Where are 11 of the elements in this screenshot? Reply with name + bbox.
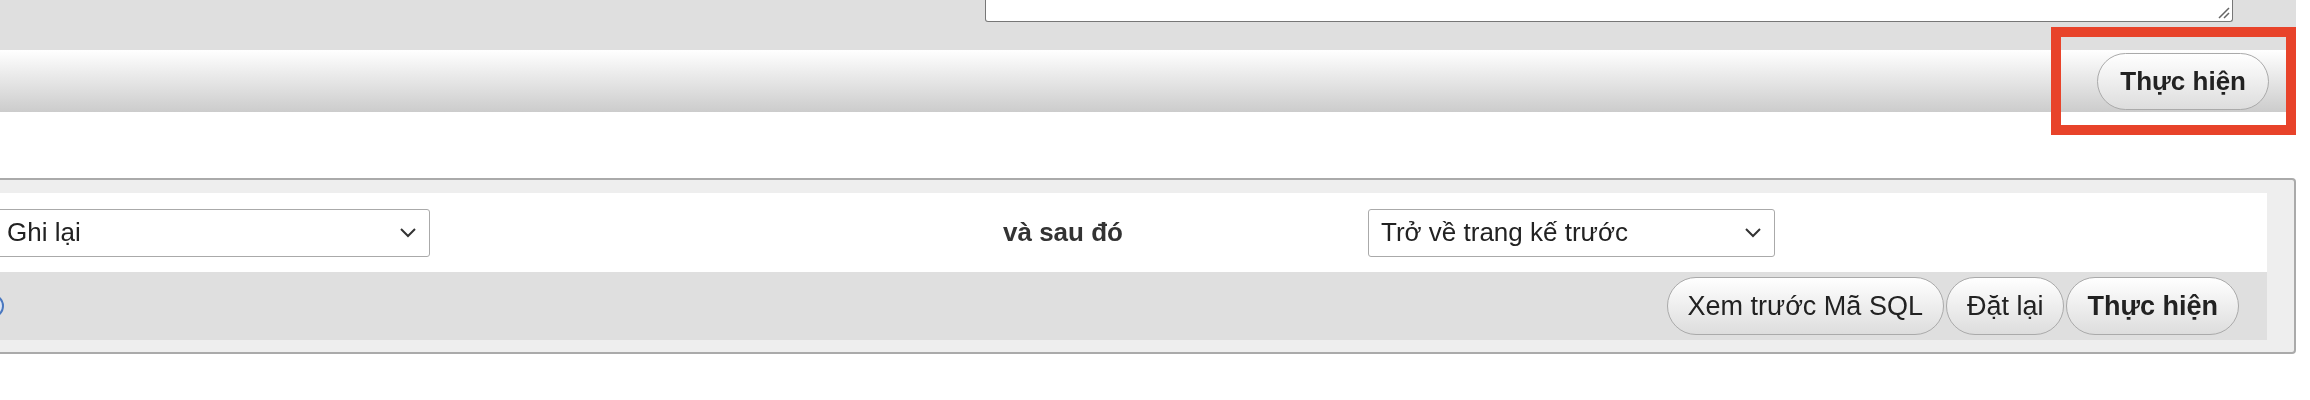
submit-button[interactable]: Thực hiện xyxy=(2097,52,2269,110)
connector-label: và sau đó xyxy=(1003,217,1124,248)
dropdown[interactable]: Ghi lại xyxy=(0,208,430,257)
submit-button[interactable]: Thực hiện xyxy=(2066,277,2239,335)
action-button[interactable]: Xem trước Mã SQL xyxy=(1666,277,1944,335)
chevron-down-icon xyxy=(399,226,417,239)
chevron-down-icon xyxy=(1744,226,1762,239)
dropdown[interactable]: Trở về trang kế trước xyxy=(1368,208,1775,257)
action-button[interactable]: Đặt lại xyxy=(1945,277,2065,335)
resize-handle-icon[interactable] xyxy=(2216,5,2230,19)
text-area[interactable] xyxy=(985,0,2233,22)
